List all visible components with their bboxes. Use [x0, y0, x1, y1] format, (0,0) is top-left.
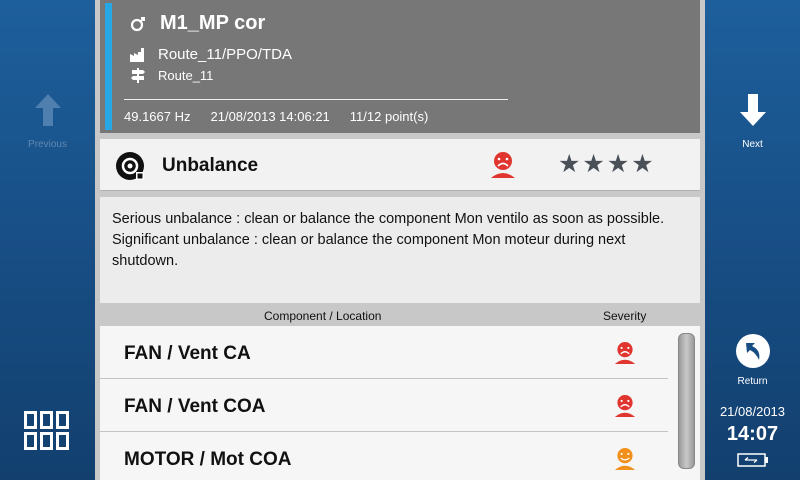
- measurement-info: 49.1667 Hz 21/08/2013 14:06:21 11/12 poi…: [124, 109, 448, 124]
- component-label: FAN / Vent COA: [124, 396, 266, 417]
- star-icon: ★: [558, 150, 581, 178]
- machine-name: M1_MP cor: [160, 12, 266, 34]
- column-severity: Severity: [603, 309, 647, 323]
- app-grid-icon[interactable]: [24, 411, 69, 450]
- previous-label: Previous: [28, 139, 67, 150]
- table-row[interactable]: FAN / Vent CA: [100, 326, 668, 379]
- status-time: 14:07: [726, 423, 779, 445]
- measurement-datetime: 21/08/2013 14:06:21: [210, 109, 330, 124]
- header-divider: [124, 99, 508, 100]
- defect-title: Unbalance: [162, 155, 259, 176]
- scrollbar-thumb[interactable]: [678, 333, 695, 469]
- diagnosis-message: Serious unbalance : clean or balance the…: [100, 197, 700, 303]
- defect-bar[interactable]: Unbalance ★ ★ ★ ★: [100, 139, 700, 191]
- component-label: FAN / Vent CA: [124, 343, 251, 364]
- table-row[interactable]: MOTOR / Mot COA: [100, 432, 668, 480]
- next-label: Next: [742, 139, 763, 150]
- return-icon: [735, 334, 770, 368]
- component-list: FAN / Vent CA FAN / Vent COA MOTOR / Mot…: [100, 326, 668, 480]
- unbalance-icon: [116, 152, 144, 180]
- star-icon: ★: [582, 150, 605, 178]
- table-header: Component / Location Severity: [100, 305, 700, 326]
- message-line-2: Significant unbalance : clean or balance…: [112, 232, 626, 269]
- measurement-header: M1_MP cor Route_11/PPO/TDA Route_11 49.1…: [100, 0, 700, 133]
- route-path: Route_11/PPO/TDA: [158, 46, 292, 63]
- machine-row: M1_MP cor: [130, 12, 265, 35]
- star-icon: ★: [606, 150, 630, 178]
- machine-icon: [130, 16, 145, 31]
- arrow-down-icon: [739, 94, 766, 126]
- status-date: 21/08/2013: [719, 404, 786, 419]
- table-row[interactable]: FAN / Vent COA: [100, 379, 668, 432]
- previous-button[interactable]: Previous: [0, 92, 95, 150]
- header-accent: [105, 3, 112, 130]
- next-button[interactable]: Next: [705, 92, 800, 150]
- left-sidebar: Previous: [0, 0, 95, 480]
- points-count: 11/12 point(s): [349, 109, 429, 124]
- signpost-icon: [131, 68, 145, 83]
- column-component: Component / Location: [264, 309, 382, 323]
- return-label: Return: [737, 376, 768, 387]
- severity-face-icon: [614, 342, 636, 364]
- factory-icon: [130, 47, 144, 62]
- message-line-1: Serious unbalance : clean or balance the…: [112, 211, 665, 227]
- sub-route-row: Route_11: [130, 68, 213, 83]
- severity-face-icon: [491, 152, 515, 178]
- severity-stars: ★ ★ ★ ★: [558, 150, 656, 178]
- battery-icon: [737, 453, 768, 467]
- route-row: Route_11/PPO/TDA: [130, 46, 292, 63]
- arrow-up-icon: [34, 94, 61, 126]
- star-icon: ★: [631, 150, 654, 178]
- severity-face-icon: [614, 395, 636, 417]
- sub-route-name: Route_11: [158, 68, 214, 83]
- return-button[interactable]: Return: [705, 333, 800, 387]
- main-panel: M1_MP cor Route_11/PPO/TDA Route_11 49.1…: [95, 0, 705, 480]
- frequency: 49.1667 Hz: [124, 109, 191, 124]
- severity-face-icon: [614, 448, 636, 470]
- right-sidebar: Next Return 21/08/2013 14:07: [705, 0, 800, 480]
- component-label: MOTOR / Mot COA: [124, 449, 292, 470]
